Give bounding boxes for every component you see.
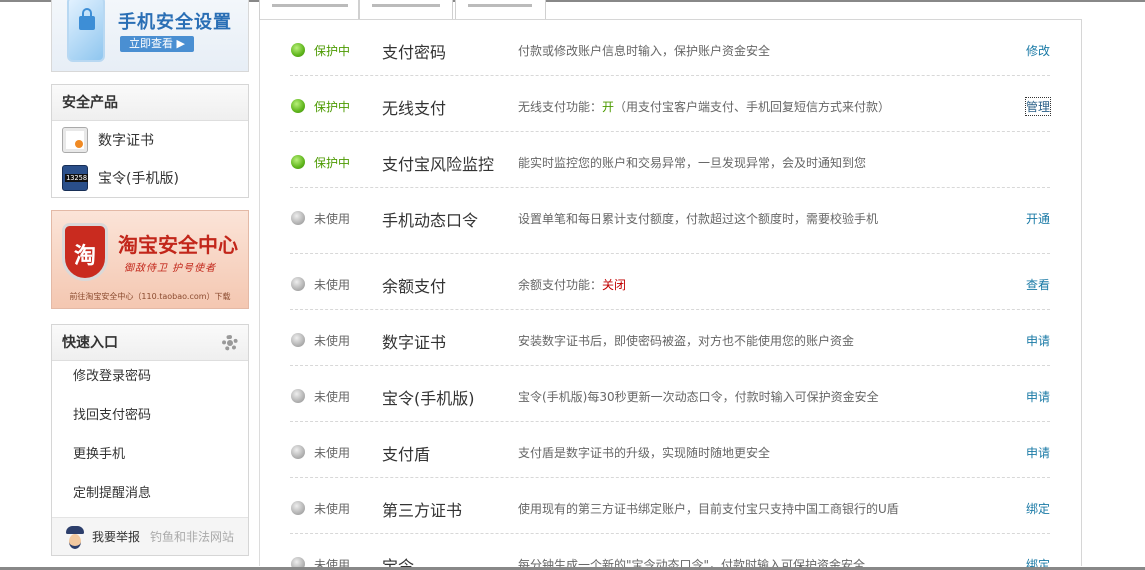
- quick-link-change-login-password[interactable]: 修改登录密码: [52, 361, 248, 400]
- security-row-risk-monitor: 保护中 支付宝风险监控 能实时监控您的账户和交易异常，一旦发现异常，会及时通知到…: [290, 132, 1050, 188]
- item-name: 支付密码: [382, 43, 447, 62]
- item-name: 支付宝风险监控: [382, 155, 495, 174]
- status-on-icon: [291, 99, 305, 113]
- item-desc: 宝令(手机版)每30秒更新一次动态口令，付款时输入可保护资金安全: [518, 390, 879, 404]
- status-label: 保护中: [314, 44, 351, 58]
- security-row-wireless-pay: 保护中 无线支付 无线支付功能：开（用支付宝客户端支付、手机回复短信方式来付款）…: [290, 76, 1052, 132]
- report-sub-label: 钓鱼和非法网站: [150, 530, 235, 544]
- police-icon: [64, 525, 86, 549]
- product-item-certificate[interactable]: 数字证书: [52, 121, 248, 159]
- item-name: 宝令(手机版): [382, 389, 475, 408]
- status-off-icon: [291, 333, 305, 347]
- security-row-token-mobile: 未使用 宝令(手机版) 宝令(手机版)每30秒更新一次动态口令，付款时输入可保护…: [290, 366, 1050, 422]
- gear-icon[interactable]: [222, 335, 238, 351]
- taobao-banner-title: 淘宝安全中心: [118, 233, 238, 257]
- security-row-balance-pay: 未使用 余额支付 余额支付功能：关闭 查看: [290, 254, 1050, 310]
- report-bar[interactable]: 我要举报 钓鱼和非法网站: [52, 517, 248, 555]
- tab-3[interactable]: [455, 0, 546, 20]
- status-label: 保护中: [314, 156, 351, 170]
- action-link-apply[interactable]: 申请: [1026, 332, 1050, 349]
- phone-banner-view-button[interactable]: 立即查看 ▶: [120, 36, 194, 52]
- status-label: 未使用: [314, 212, 351, 226]
- status-on-icon: [291, 155, 305, 169]
- item-name: 余额支付: [382, 277, 447, 296]
- window-bottom-border: [0, 566, 1145, 570]
- status-off-icon: [291, 445, 305, 459]
- item-desc: 使用现有的第三方证书绑定账户，目前支付宝只支持中国工商银行的U盾: [518, 502, 899, 516]
- status-label: 未使用: [314, 278, 351, 292]
- status-on-icon: [291, 43, 305, 57]
- security-list: 保护中 支付密码 付款或修改账户信息时输入，保护账户资金安全 修改 保护中 无线…: [260, 19, 1082, 570]
- item-desc: 设置单笔和每日累计支付额度，付款超过这个额度时，需要校验手机: [518, 212, 879, 226]
- action-link-manage[interactable]: 管理: [1024, 97, 1052, 116]
- item-name: 数字证书: [382, 333, 447, 352]
- status-label: 未使用: [314, 334, 351, 348]
- quick-link-custom-alerts[interactable]: 定制提醒消息: [52, 478, 248, 517]
- status-off-icon: [291, 389, 305, 403]
- status-off-icon: [291, 211, 305, 225]
- taobao-security-banner[interactable]: 淘 淘宝安全中心 御敌侍卫 护号使者 前往淘宝安全中心（110.taobao.c…: [51, 210, 249, 309]
- item-name: 第三方证书: [382, 501, 463, 520]
- item-name: 支付盾: [382, 445, 431, 464]
- security-row-pay-password: 保护中 支付密码 付款或修改账户信息时输入，保护账户资金安全 修改: [290, 20, 1050, 76]
- security-row-pay-shield: 未使用 支付盾 支付盾是数字证书的升级，实现随时随地更安全 申请: [290, 422, 1050, 478]
- status-label: 未使用: [314, 446, 351, 460]
- security-row-phone-otp: 未使用 手机动态口令 设置单笔和每日累计支付额度，付款超过这个额度时，需要校验手…: [290, 188, 1050, 254]
- quick-entry-panel: 快速入口 修改登录密码 找回支付密码 更换手机 定制提醒消息 我要举报 钓鱼和非…: [51, 324, 249, 556]
- report-label[interactable]: 我要举报: [92, 528, 140, 545]
- status-off-icon: [291, 277, 305, 291]
- taobao-shield-icon: 淘: [62, 223, 108, 281]
- status-label: 保护中: [314, 100, 351, 114]
- security-products-panel: 安全产品 数字证书 宝令(手机版): [51, 84, 249, 198]
- phone-banner-title: 手机安全设置: [118, 12, 232, 33]
- wireless-status-value: 开: [602, 100, 615, 114]
- item-desc: 安装数字证书后，即使密码被盗，对方也不能使用您的账户资金: [518, 334, 855, 348]
- quick-entry-title: 快速入口: [52, 325, 248, 361]
- quick-link-recover-pay-password[interactable]: 找回支付密码: [52, 400, 248, 439]
- product-label: 宝令(手机版): [98, 171, 179, 187]
- phone-security-banner[interactable]: 手机安全设置 立即查看 ▶: [51, 0, 249, 72]
- action-link-bind[interactable]: 绑定: [1026, 500, 1050, 517]
- status-label: 未使用: [314, 390, 351, 404]
- lock-icon: [79, 8, 95, 30]
- tab-1[interactable]: [259, 0, 359, 20]
- status-off-icon: [291, 501, 305, 515]
- product-item-token[interactable]: 宝令(手机版): [52, 159, 248, 197]
- action-link-apply[interactable]: 申请: [1026, 444, 1050, 461]
- product-label: 数字证书: [98, 133, 154, 149]
- item-desc: 支付盾是数字证书的升级，实现随时随地更安全: [518, 446, 771, 460]
- item-desc: 余额支付功能：关闭: [518, 278, 627, 292]
- action-link-activate[interactable]: 开通: [1026, 210, 1050, 227]
- action-link-apply[interactable]: 申请: [1026, 388, 1050, 405]
- item-desc: 无线支付功能：开（用支付宝客户端支付、手机回复短信方式来付款）: [518, 100, 891, 114]
- security-products-title: 安全产品: [52, 85, 248, 121]
- tab-2[interactable]: [359, 0, 453, 20]
- balance-status-value: 关闭: [602, 278, 627, 292]
- security-row-third-party-cert: 未使用 第三方证书 使用现有的第三方证书绑定账户，目前支付宝只支持中国工商银行的…: [290, 478, 1050, 534]
- certificate-icon: [62, 127, 88, 153]
- item-name: 手机动态口令: [382, 211, 479, 230]
- security-row-digital-cert: 未使用 数字证书 安装数字证书后，即使密码被盗，对方也不能使用您的账户资金 申请: [290, 310, 1050, 366]
- taobao-banner-footer: 前往淘宝安全中心（110.taobao.com）下载: [69, 292, 231, 301]
- status-label: 未使用: [314, 502, 351, 516]
- action-link-modify[interactable]: 修改: [1026, 42, 1050, 59]
- action-link-view[interactable]: 查看: [1026, 276, 1050, 293]
- token-icon: [62, 165, 89, 191]
- quick-link-change-phone[interactable]: 更换手机: [52, 439, 248, 478]
- taobao-banner-subtitle: 御敌侍卫 护号使者: [124, 263, 217, 274]
- item-desc: 能实时监控您的账户和交易异常，一旦发现异常，会及时通知到您: [518, 156, 867, 170]
- security-row-token: 未使用 宝令 每分钟生成一个新的"宝令动态口令"，付款时输入可保护资金安全 绑定: [290, 534, 1050, 570]
- item-desc: 付款或修改账户信息时输入，保护账户资金安全: [518, 44, 771, 58]
- item-name: 无线支付: [382, 99, 447, 118]
